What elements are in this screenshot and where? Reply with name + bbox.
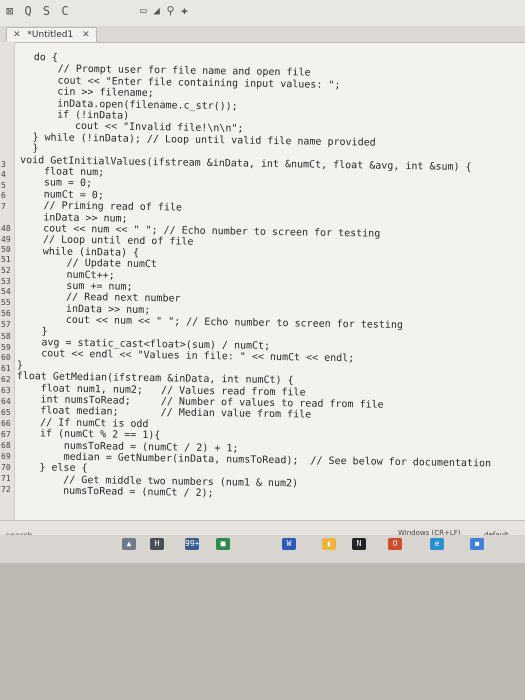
line-number: 61 [1,364,11,373]
line-number: 48 [1,224,11,233]
toolbar: ⊠ Q S C ▭ ◢ ⚲ ✚ [0,0,525,27]
toolbar-icons-left[interactable]: ⊠ Q S C [6,4,71,18]
code-line: cout << endl << "Values in file: " << nu… [17,348,355,365]
tab-untitled1[interactable]: ✕ *Untitled1 ✕ [6,27,97,42]
taskbar-item-8[interactable]: O [388,538,402,550]
line-number: 66 [1,419,11,428]
code-line: cout << num << " "; // Echo number to sc… [17,314,403,332]
taskbar-item-3[interactable]: 99+ [185,538,199,550]
code-line: } while (!inData); // Loop until valid f… [20,131,376,149]
line-number: 54 [1,287,11,296]
line-number: 50 [1,245,11,254]
line-number: 64 [1,397,11,406]
line-number: 70 [1,463,11,472]
tab-close-icon[interactable]: ✕ [13,30,21,40]
line-number: 53 [1,277,11,286]
taskbar-item-7[interactable]: N [352,538,366,550]
taskbar-item-4[interactable]: ■ [216,538,230,550]
line-number: 60 [1,353,11,362]
line-number: 68 [1,441,11,450]
code-editor[interactable]: do { // Prompt user for file name and op… [14,42,521,528]
line-number: 72 [1,485,11,494]
taskbar-item-10[interactable]: ◼ [470,538,484,550]
line-number: 59 [1,343,11,352]
line-number: 67 [1,430,11,439]
tab-label: *Untitled1 [27,30,74,40]
code-line: numsToRead = (numCt / 2); [14,485,214,500]
code-line: } [20,143,39,155]
line-number: 49 [1,235,11,244]
line-number: 3 [1,160,6,169]
line-number: 55 [1,298,11,307]
line-number: 69 [1,452,11,461]
line-number: 63 [1,386,11,395]
line-number: 51 [1,255,11,264]
taskbar-item-5[interactable]: W [282,538,296,550]
taskbar-item-6[interactable]: ▮ [322,538,336,550]
tab-bar: ✕ *Untitled1 ✕ [0,26,525,43]
code-line: } [16,359,24,371]
line-number: 52 [1,266,11,275]
line-number: 4 [1,170,6,179]
line-number: 7 [1,202,6,211]
taskbar-item-9[interactable]: e [430,538,444,550]
line-number: 5 [1,181,6,190]
line-number: 6 [1,191,6,200]
taskbar-item-2[interactable]: H [150,538,164,550]
line-number: 57 [1,320,11,329]
line-number: 65 [1,408,11,417]
toolbar-icons-right[interactable]: ▭ ◢ ⚲ ✚ [140,4,188,17]
line-number: 58 [1,332,11,341]
line-number: 71 [1,474,11,483]
line-number: 56 [1,309,11,318]
editor-window: ⊠ Q S C ▭ ◢ ⚲ ✚ ✕ *Untitled1 ✕ 3 4 5 6 7 48 49… [0,0,525,560]
desk-surface [0,563,525,700]
taskbar-item-1[interactable]: ▲ [122,538,136,550]
tab-close-icon-right[interactable]: ✕ [82,30,90,40]
line-number: 62 [1,375,11,384]
taskbar [0,535,525,563]
